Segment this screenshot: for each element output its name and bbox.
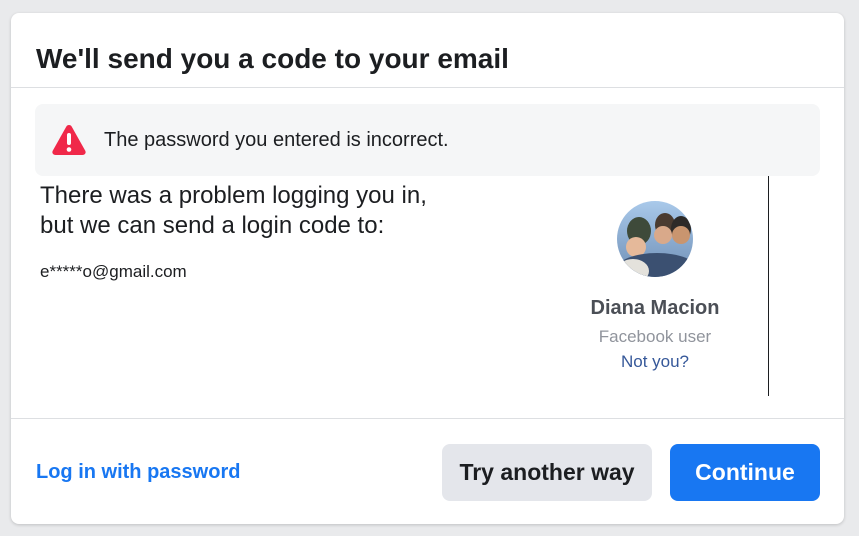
avatar-photo [617,201,693,277]
dialog-header: We'll send you a code to your email [11,13,844,88]
alert-message: The password you entered is incorrect. [104,128,449,151]
try-another-way-button[interactable]: Try another way [442,444,652,501]
avatar [617,201,693,277]
warning-triangle-icon [51,122,87,158]
profile-name: Diana Macion [590,297,720,319]
masked-email: e*****o@gmail.com [40,262,187,281]
warning-triangle-graphic [52,125,86,155]
recovery-line-2: but we can send a login code to: [40,212,385,239]
recovery-message: There was a problem logging you in, but … [40,181,500,282]
recovery-line-1: There was a problem logging you in, [40,182,427,209]
error-alert: The password you entered is incorrect. [35,104,820,176]
vertical-divider [768,176,769,396]
not-you-link[interactable]: Not you? [571,352,739,372]
login-with-password-link[interactable]: Log in with password [36,461,240,484]
profile-role: Facebook user [598,327,712,346]
profile-card: Diana Macion Facebook user Not you? [571,201,739,372]
footer-divider [11,418,844,419]
continue-button[interactable]: Continue [670,444,820,501]
login-code-dialog: We'll send you a code to your email The … [11,13,844,524]
dialog-title: We'll send you a code to your email [36,43,509,74]
